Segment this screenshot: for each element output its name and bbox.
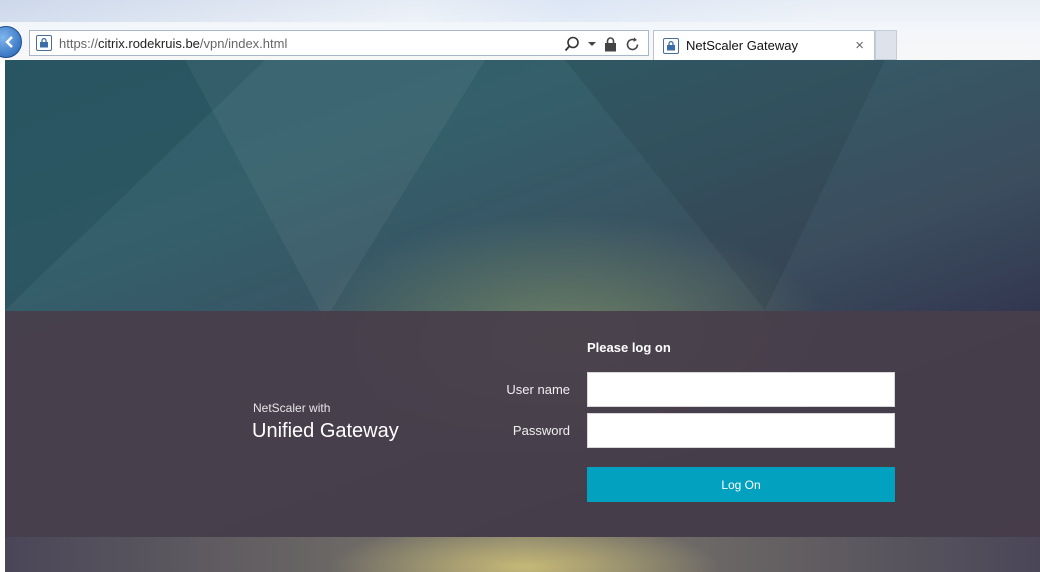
refresh-icon[interactable] bbox=[625, 37, 640, 52]
url-path: /vpn/index.html bbox=[199, 35, 288, 51]
close-icon[interactable]: × bbox=[855, 37, 864, 54]
site-lock-icon bbox=[663, 37, 679, 54]
log-on-button[interactable]: Log On bbox=[587, 467, 895, 502]
address-bar[interactable]: https://citrix.rodekruis.be/vpn/index.ht… bbox=[29, 30, 649, 56]
back-button[interactable] bbox=[0, 26, 22, 58]
background-facet bbox=[185, 60, 485, 320]
gateway-page: NetScaler with Unified Gateway Please lo… bbox=[5, 60, 1040, 572]
password-field[interactable] bbox=[587, 413, 895, 448]
background-facet bbox=[565, 60, 885, 310]
username-label: User name bbox=[506, 382, 570, 397]
url-host: citrix.rodekruis.be bbox=[98, 35, 200, 51]
lock-icon[interactable] bbox=[604, 36, 617, 52]
background-strip bbox=[5, 537, 1040, 572]
password-label: Password bbox=[512, 423, 570, 438]
username-field[interactable] bbox=[587, 372, 895, 407]
back-icon bbox=[5, 36, 13, 48]
tab-netscaler-gateway[interactable]: NetScaler Gateway × bbox=[653, 30, 875, 60]
new-tab-button[interactable] bbox=[875, 30, 897, 60]
brand-subtitle: NetScaler with bbox=[253, 401, 331, 415]
address-tools bbox=[564, 34, 640, 54]
brand-title: Unified Gateway bbox=[252, 420, 399, 442]
login-heading: Please log on bbox=[587, 340, 671, 355]
site-lock-icon bbox=[36, 35, 52, 51]
url-scheme: https:// bbox=[59, 35, 99, 51]
address-url: https://citrix.rodekruis.be/vpn/index.ht… bbox=[59, 36, 287, 51]
dropdown-icon[interactable] bbox=[588, 40, 596, 48]
search-icon[interactable] bbox=[564, 36, 580, 52]
title-bar bbox=[0, 0, 1040, 22]
tab-title: NetScaler Gateway bbox=[686, 38, 798, 53]
browser-chrome: https://citrix.rodekruis.be/vpn/index.ht… bbox=[0, 0, 1040, 60]
